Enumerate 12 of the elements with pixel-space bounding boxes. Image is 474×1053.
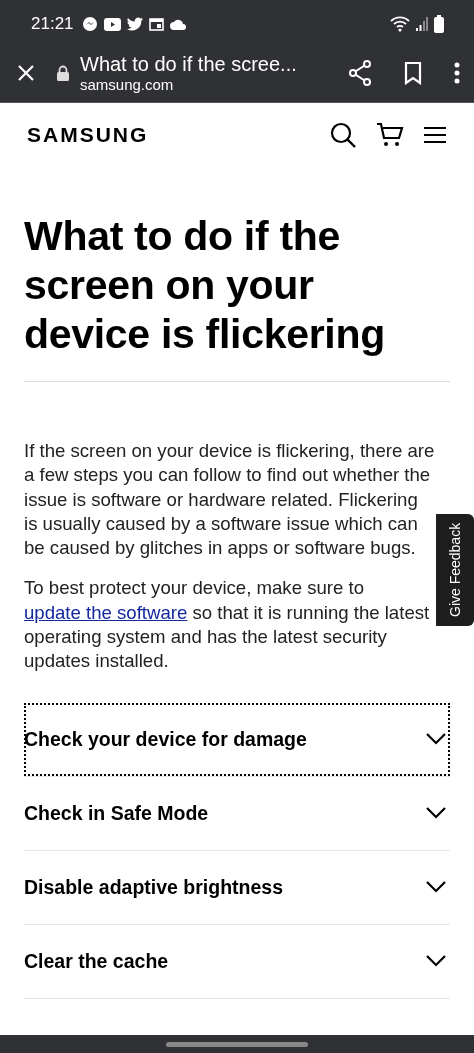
accordion-header[interactable]: Check in Safe Mode xyxy=(24,776,450,850)
accordion-header[interactable]: Check your device for damage xyxy=(24,702,450,776)
body-paragraph: If the screen on your device is flickering, there are a few steps you can follow to find out whether the issue is software or hardware related. Flickering is usually caused by a software issue which can be caused by glitches in apps or software bugs. xyxy=(24,439,436,561)
update-link[interactable]: update the software xyxy=(24,601,188,623)
accordion-header[interactable]: Clear the cache xyxy=(24,924,450,998)
feedback-tab[interactable]: Give Feedback xyxy=(436,514,474,626)
accordion-header[interactable]: Disable adaptive brightness xyxy=(24,850,450,924)
page-domain: samsung.com xyxy=(80,76,175,94)
article-title: What to do if the screen on your device is flickering xyxy=(24,212,386,359)
page-title: What to do if the scree... xyxy=(80,52,298,76)
clock-time: 21:21 xyxy=(31,14,74,34)
brand-logo[interactable]: SAMSUNG xyxy=(27,123,310,147)
